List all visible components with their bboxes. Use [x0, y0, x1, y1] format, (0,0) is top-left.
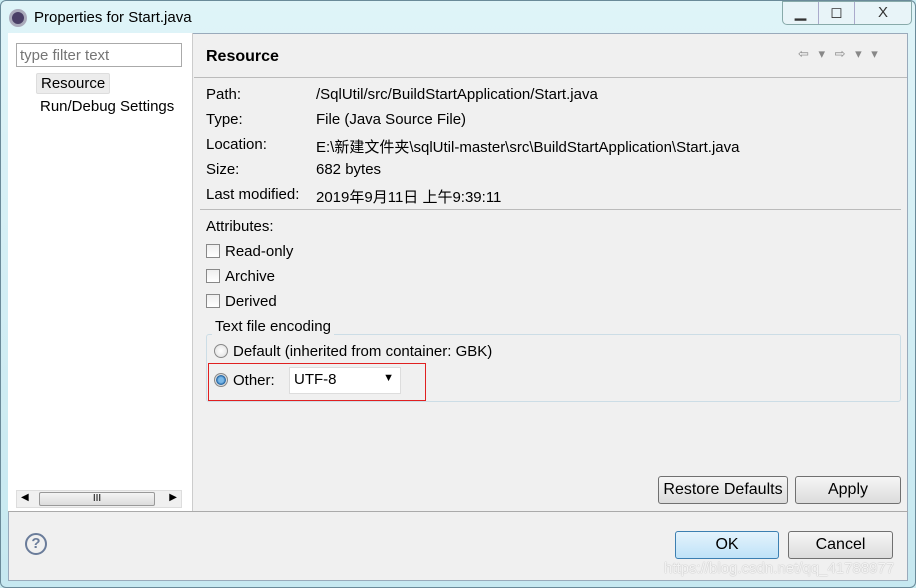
radio-icon[interactable] [214, 344, 228, 358]
location-label: Location: [206, 136, 267, 153]
path-label: Path: [206, 86, 242, 103]
page-title: Resource [206, 48, 279, 65]
encoding-group-label: Text file encoding [212, 318, 334, 335]
type-value: File (Java Source File) [316, 111, 467, 128]
nav-arrows-icon[interactable]: ⇦ ▾ ⇨ ▾ ▾ [798, 46, 881, 62]
scroll-right-icon[interactable]: ▶ [169, 492, 177, 503]
path-value: /SqlUtil/src/BuildStartApplication/Start… [316, 86, 598, 103]
restore-defaults-button[interactable]: Restore Defaults [658, 476, 788, 504]
sidebar-scrollbar[interactable]: ◀ III ▶ [16, 490, 182, 508]
size-label: Size: [206, 161, 240, 178]
size-value: 682 bytes [316, 161, 382, 178]
maximize-button[interactable]: ◻ [819, 2, 855, 24]
help-icon[interactable]: ? [25, 533, 47, 555]
watermark: https://blog.csdn.net/qq_41788977 [664, 560, 895, 577]
archive-checkbox[interactable]: Archive [206, 268, 275, 285]
window-controls: ▁ ◻ X [782, 1, 912, 25]
tree-item-run-debug[interactable]: Run/Debug Settings [40, 98, 190, 115]
close-button[interactable]: X [855, 2, 911, 24]
derived-checkbox[interactable]: Derived [206, 293, 277, 310]
other-encoding-radio[interactable]: Other: [214, 372, 275, 389]
attributes-label: Attributes: [206, 218, 274, 235]
readonly-checkbox[interactable]: Read-only [206, 243, 293, 260]
modified-value: 2019年9月11日 上午9:39:11 [316, 189, 502, 206]
default-encoding-radio[interactable]: Default (inherited from container: GBK) [214, 343, 492, 360]
checkbox-icon[interactable] [206, 244, 220, 258]
chevron-down-icon[interactable]: ▼ [383, 372, 394, 384]
footer-divider [8, 511, 908, 512]
scroll-left-icon[interactable]: ◀ [21, 492, 29, 503]
minimize-button[interactable]: ▁ [783, 2, 819, 24]
radio-selected-icon[interactable] [214, 373, 228, 387]
checkbox-icon[interactable] [206, 294, 220, 308]
eclipse-icon [9, 9, 27, 27]
window-title: Properties for Start.java [34, 9, 192, 26]
tree-item-resource[interactable]: Resource [36, 73, 111, 94]
cancel-button[interactable]: Cancel [788, 531, 893, 559]
modified-label: Last modified: [206, 186, 300, 203]
filter-input[interactable] [16, 43, 182, 67]
divider [200, 209, 901, 210]
apply-button[interactable]: Apply [795, 476, 901, 504]
checkbox-icon[interactable] [206, 269, 220, 283]
scroll-thumb[interactable]: III [39, 492, 155, 506]
encoding-select[interactable]: UTF-8 ▼ [289, 367, 401, 394]
type-label: Type: [206, 111, 243, 128]
location-value: E:\新建文件夹\sqlUtil-master\src\BuildStartAp… [316, 139, 740, 156]
ok-button[interactable]: OK [675, 531, 779, 559]
